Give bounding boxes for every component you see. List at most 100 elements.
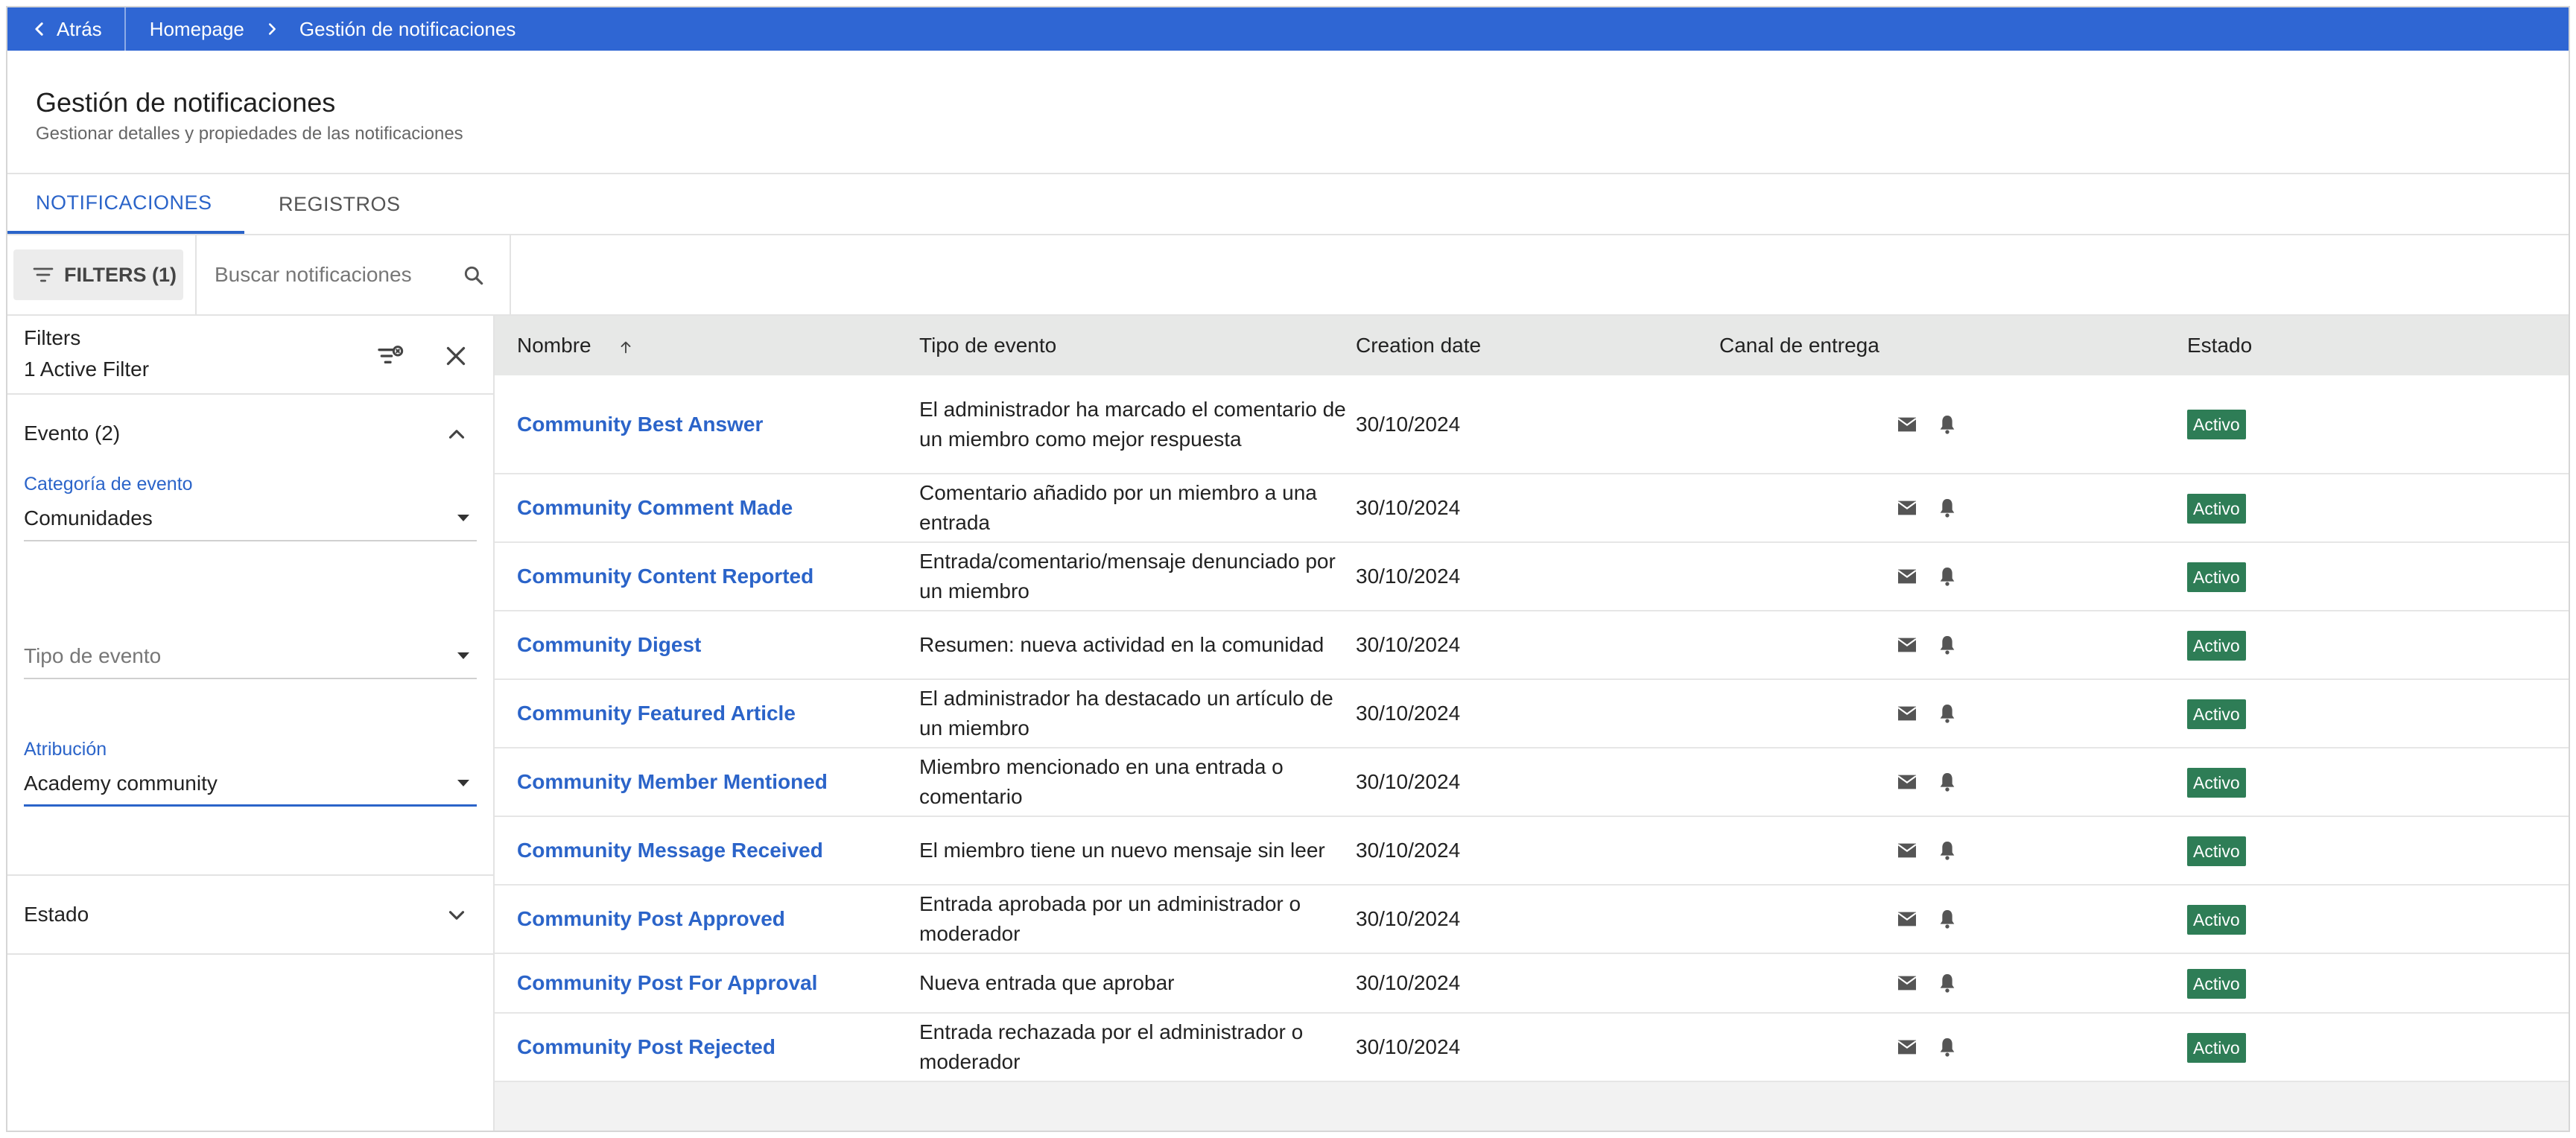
status-badge: Activo bbox=[2187, 699, 2246, 729]
status-badge: Activo bbox=[2187, 968, 2246, 999]
email-icon bbox=[1897, 976, 1917, 991]
notification-name-link[interactable]: Community Member Mentioned bbox=[517, 770, 828, 793]
creation-date-cell: 30/10/2024 bbox=[1356, 474, 1719, 543]
email-icon bbox=[1897, 500, 1917, 515]
status-cell: Activo bbox=[2187, 953, 2569, 1014]
clear-filters-icon[interactable] bbox=[375, 341, 405, 371]
tipo-evento-placeholder: Tipo de evento bbox=[24, 644, 162, 667]
delivery-channel-cell bbox=[1719, 885, 2187, 954]
column-header-tipo-evento[interactable]: Tipo de evento bbox=[919, 316, 1356, 375]
app-frame: Atrás Homepage Gestión de notificaciones… bbox=[6, 6, 2570, 1132]
table-row[interactable]: Community Digest Resumen: nueva actividad… bbox=[495, 611, 2569, 680]
notification-name-cell: Community Post Approved bbox=[495, 885, 919, 954]
search-icon[interactable] bbox=[462, 264, 486, 287]
channel-icons bbox=[1895, 702, 2187, 725]
back-label: Atrás bbox=[57, 17, 102, 40]
table-row[interactable]: Community Comment Made Comentario añadido… bbox=[495, 474, 2569, 543]
channel-icons bbox=[1895, 496, 2187, 520]
notification-name-link[interactable]: Community Message Received bbox=[517, 839, 823, 862]
event-type-cell: Entrada/comentario/mensaje denunciado po… bbox=[919, 542, 1356, 611]
section-estado-header[interactable]: Estado bbox=[7, 876, 493, 953]
event-type-cell: Entrada aprobada por un administrador o … bbox=[919, 885, 1356, 954]
column-header-estado[interactable]: Estado bbox=[2187, 316, 2569, 375]
table-row[interactable]: Community Post Approved Entrada aprobada … bbox=[495, 885, 2569, 954]
tab-registros[interactable]: REGISTROS bbox=[244, 174, 429, 234]
creation-date-cell: 30/10/2024 bbox=[1356, 1013, 1719, 1082]
notification-name-cell: Community Content Reported bbox=[495, 542, 919, 611]
notification-name-link[interactable]: Community Best Answer bbox=[517, 413, 763, 436]
bell-icon bbox=[1940, 1038, 1955, 1057]
notification-name-link[interactable]: Community Digest bbox=[517, 633, 701, 656]
column-header-nombre[interactable]: Nombre bbox=[495, 316, 919, 375]
column-header-creation-date[interactable]: Creation date bbox=[1356, 316, 1719, 375]
delivery-channel-cell bbox=[1719, 375, 2187, 474]
breadcrumb-homepage[interactable]: Homepage bbox=[150, 18, 244, 41]
event-type-cell: El miembro tiene un nuevo mensaje sin le… bbox=[919, 816, 1356, 886]
notification-name-cell: Community Featured Article bbox=[495, 679, 919, 748]
bell-icon bbox=[1940, 636, 1955, 655]
delivery-channel-cell bbox=[1719, 542, 2187, 611]
column-header-canal[interactable]: Canal de entrega bbox=[1719, 316, 2187, 375]
event-type-cell: Miembro mencionado en una entrada o come… bbox=[919, 748, 1356, 817]
notification-name-link[interactable]: Community Post Rejected bbox=[517, 1035, 775, 1058]
notification-name-link[interactable]: Community Featured Article bbox=[517, 702, 796, 725]
section-estado-label: Estado bbox=[24, 903, 89, 926]
breadcrumb: Homepage Gestión de notificaciones bbox=[126, 18, 516, 41]
table-row[interactable]: Community Featured Article El administrad… bbox=[495, 679, 2569, 748]
email-icon bbox=[1897, 912, 1917, 926]
email-icon bbox=[1897, 1040, 1917, 1055]
breadcrumb-current: Gestión de notificaciones bbox=[299, 17, 516, 40]
status-cell: Activo bbox=[2187, 375, 2569, 474]
bell-icon bbox=[1940, 910, 1955, 929]
categoria-evento-value: Comunidades bbox=[24, 506, 153, 530]
close-icon[interactable] bbox=[442, 343, 469, 369]
table-row[interactable]: Community Post For Approval Nueva entrada… bbox=[495, 953, 2569, 1014]
delivery-channel-cell bbox=[1719, 611, 2187, 680]
table-row[interactable]: Community Message Received El miembro tie… bbox=[495, 816, 2569, 886]
status-badge: Activo bbox=[2187, 904, 2246, 935]
notification-name-link[interactable]: Community Content Reported bbox=[517, 565, 813, 588]
status-cell: Activo bbox=[2187, 885, 2569, 954]
channel-icons bbox=[1895, 413, 2187, 436]
categoria-evento-select[interactable]: Comunidades bbox=[24, 495, 477, 541]
back-button[interactable]: Atrás bbox=[7, 7, 126, 51]
bell-icon bbox=[1940, 974, 1955, 993]
notification-name-link[interactable]: Community Post Approved bbox=[517, 907, 785, 930]
bell-icon bbox=[1940, 415, 1955, 434]
status-badge: Activo bbox=[2187, 1032, 2246, 1063]
creation-date-cell: 30/10/2024 bbox=[1356, 953, 1719, 1014]
tab-notificaciones[interactable]: NOTIFICACIONES bbox=[7, 174, 244, 234]
chevron-left-icon bbox=[35, 22, 43, 36]
delivery-channel-cell bbox=[1719, 679, 2187, 748]
bell-icon bbox=[1940, 842, 1955, 860]
status-badge: Activo bbox=[2187, 630, 2246, 661]
atribucion-label: Atribución bbox=[24, 739, 107, 760]
table-row[interactable]: Community Member Mentioned Miembro mencio… bbox=[495, 748, 2569, 817]
top-bar: Atrás Homepage Gestión de notificaciones bbox=[7, 7, 2569, 51]
event-type-cell: El administrador ha marcado el comentari… bbox=[919, 375, 1356, 474]
delivery-channel-cell bbox=[1719, 748, 2187, 817]
notification-name-link[interactable]: Community Post For Approval bbox=[517, 971, 817, 994]
table-row[interactable]: Community Post Rejected Entrada rechazada… bbox=[495, 1013, 2569, 1082]
section-evento-label: Evento (2) bbox=[24, 422, 121, 445]
search-input[interactable] bbox=[197, 263, 450, 287]
bell-icon bbox=[1940, 705, 1955, 723]
table-row[interactable]: Community Content Reported Entrada/coment… bbox=[495, 542, 2569, 611]
filters-button-label: FILTERS (1) bbox=[64, 263, 177, 286]
atribucion-value: Academy community bbox=[24, 772, 218, 795]
channel-icons bbox=[1895, 839, 2187, 862]
filters-button[interactable]: FILTERS (1) bbox=[13, 249, 183, 300]
email-icon bbox=[1897, 775, 1917, 789]
notification-name-cell: Community Digest bbox=[495, 611, 919, 680]
sort-ascending-icon[interactable] bbox=[618, 339, 634, 355]
tipo-evento-select[interactable]: Tipo de evento bbox=[24, 633, 477, 679]
channel-icons bbox=[1895, 1035, 2187, 1059]
atribucion-select[interactable]: Academy community bbox=[24, 760, 477, 807]
table-row[interactable]: Community Best Answer El administrador ha… bbox=[495, 375, 2569, 474]
section-estado: Estado bbox=[7, 874, 493, 955]
notification-name-link[interactable]: Community Comment Made bbox=[517, 496, 793, 519]
section-evento-header[interactable]: Evento (2) bbox=[7, 395, 493, 472]
email-icon bbox=[1897, 569, 1917, 584]
creation-date-cell: 30/10/2024 bbox=[1356, 679, 1719, 748]
filter-panel-header: Filters 1 Active Filter bbox=[7, 316, 493, 395]
